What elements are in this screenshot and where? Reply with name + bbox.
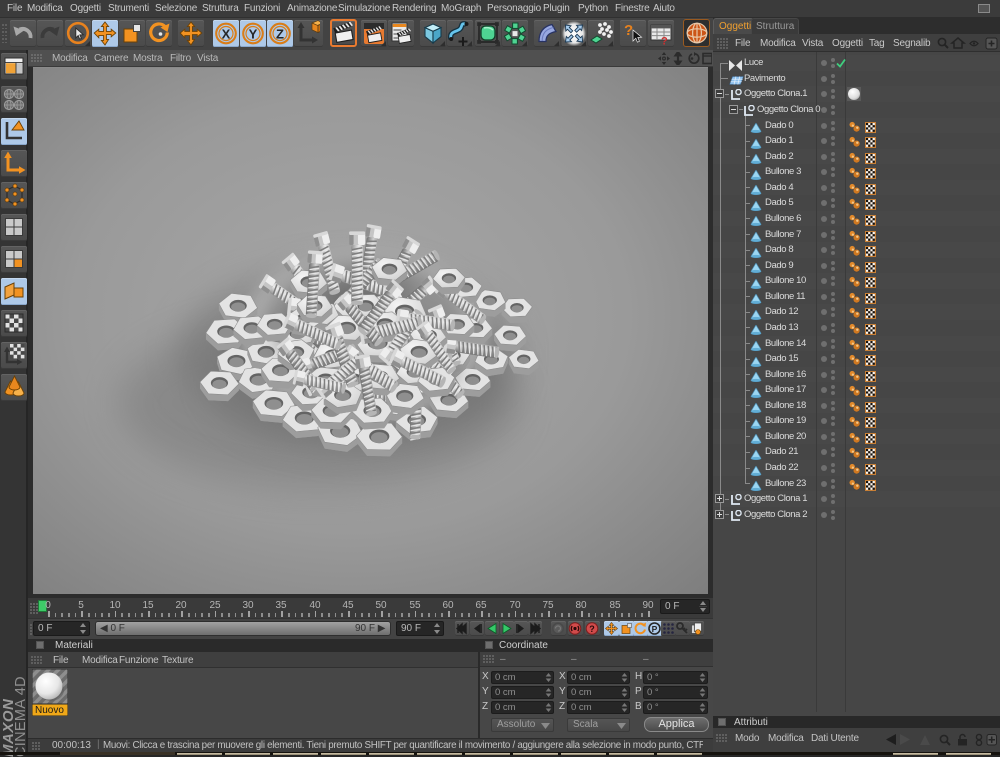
svg-text:X: X	[222, 27, 231, 42]
svg-text:Z: Z	[276, 27, 284, 42]
svg-text:Y: Y	[249, 27, 258, 42]
svg-text:?: ?	[624, 22, 633, 39]
svg-text:?: ?	[589, 624, 595, 634]
svg-text:Nuovo: Nuovo	[35, 705, 64, 716]
svg-text:P: P	[652, 624, 658, 634]
svg-text:?: ?	[661, 36, 668, 48]
